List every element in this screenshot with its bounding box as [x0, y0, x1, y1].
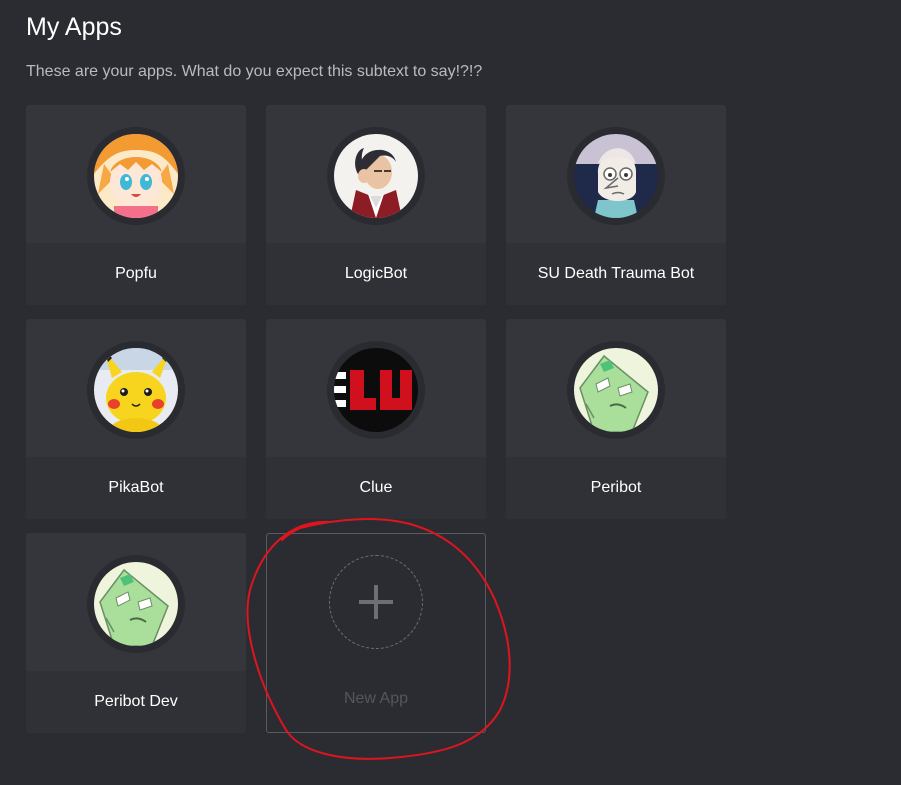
pearl-avatar-icon	[574, 134, 658, 218]
app-card-peribot-dev[interactable]: Peribot Dev	[26, 533, 246, 733]
peridot-avatar-icon	[574, 348, 658, 432]
attorney-avatar-icon	[334, 134, 418, 218]
new-app-circle	[329, 555, 423, 649]
app-name: Popfu	[115, 265, 157, 282]
app-card-pikabot[interactable]: PikaBot	[26, 319, 246, 519]
app-card-peribot[interactable]: Peribot	[506, 319, 726, 519]
clue-logo-avatar-icon	[334, 348, 418, 432]
app-card-top	[266, 105, 486, 243]
pikachu-avatar-icon	[94, 348, 178, 432]
app-card-top	[26, 533, 246, 671]
plus-icon	[359, 585, 393, 619]
avatar	[87, 555, 185, 653]
avatar	[567, 341, 665, 439]
app-name: PikaBot	[108, 479, 164, 496]
app-card-bottom: SU Death Trauma Bot	[506, 243, 726, 305]
page-title: My Apps	[26, 13, 122, 41]
avatar	[567, 127, 665, 225]
app-card-bottom: Peribot	[506, 457, 726, 519]
avatar	[327, 127, 425, 225]
app-card-bottom: Peribot Dev	[26, 671, 246, 733]
new-app-label: New App	[343, 690, 409, 707]
app-name: Peribot	[590, 479, 642, 496]
app-card-top	[26, 105, 246, 243]
app-card-su-death-trauma-bot[interactable]: SU Death Trauma Bot	[506, 105, 726, 305]
app-name: Clue	[359, 479, 393, 496]
app-card-logicbot[interactable]: LogicBot	[266, 105, 486, 305]
app-card-bottom: LogicBot	[266, 243, 486, 305]
app-card-bottom: Clue	[266, 457, 486, 519]
page-subtitle: These are your apps. What do you expect …	[26, 63, 483, 80]
avatar	[327, 341, 425, 439]
new-app-button[interactable]: New App	[266, 533, 486, 733]
anime-girl-avatar-icon	[94, 134, 178, 218]
app-name: SU Death Trauma Bot	[537, 265, 695, 282]
app-card-bottom: PikaBot	[26, 457, 246, 519]
app-name: LogicBot	[344, 265, 408, 282]
app-card-top	[266, 319, 486, 457]
avatar	[87, 127, 185, 225]
app-card-top	[26, 319, 246, 457]
apps-grid: Popfu LogicBot SU Death Trauma Bot PikaB…	[26, 105, 726, 733]
app-card-popfu[interactable]: Popfu	[26, 105, 246, 305]
app-card-top	[506, 105, 726, 243]
app-name: Peribot Dev	[94, 693, 178, 710]
app-card-top	[506, 319, 726, 457]
avatar	[87, 341, 185, 439]
peridot-avatar-icon	[94, 562, 178, 646]
app-card-clue[interactable]: Clue	[266, 319, 486, 519]
app-card-bottom: Popfu	[26, 243, 246, 305]
